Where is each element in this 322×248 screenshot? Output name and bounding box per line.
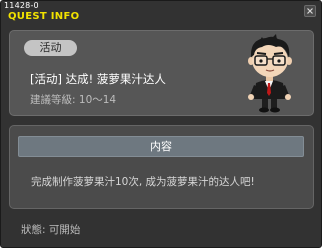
quest-status: 狀態: 可開始: [21, 222, 80, 237]
quest-summary-panel: 活动 [活动] 达成! 菠萝果汁达人 建議等級: 10～14: [9, 30, 314, 116]
quest-info-window: 11428-0 QUEST INFO 活动 [活动] 达成! 菠萝果汁达人 建議…: [0, 0, 322, 248]
content-panel: 内容 完成制作菠萝果汁10次, 成为菠萝果汁的达人吧!: [9, 125, 314, 209]
window-title: QUEST INFO: [8, 11, 80, 22]
quest-name: [活动] 达成! 菠萝果汁达人: [30, 72, 166, 86]
recommended-level-value: 10～14: [78, 94, 117, 106]
quest-id-label: 11428-0: [4, 1, 39, 10]
npc-portrait: [248, 34, 292, 113]
recommended-level-label: 建議等級:: [30, 94, 76, 106]
status-value: 可開始: [48, 224, 81, 236]
status-label: 狀態:: [21, 224, 46, 236]
content-header: 内容: [18, 136, 304, 157]
recommended-level: 建議等級: 10～14: [30, 92, 116, 107]
content-description: 完成制作菠萝果汁10次, 成为菠萝果汁的达人吧!: [31, 176, 255, 188]
close-button[interactable]: [304, 5, 316, 17]
close-icon: [307, 8, 313, 14]
category-tag: 活动: [24, 40, 77, 56]
